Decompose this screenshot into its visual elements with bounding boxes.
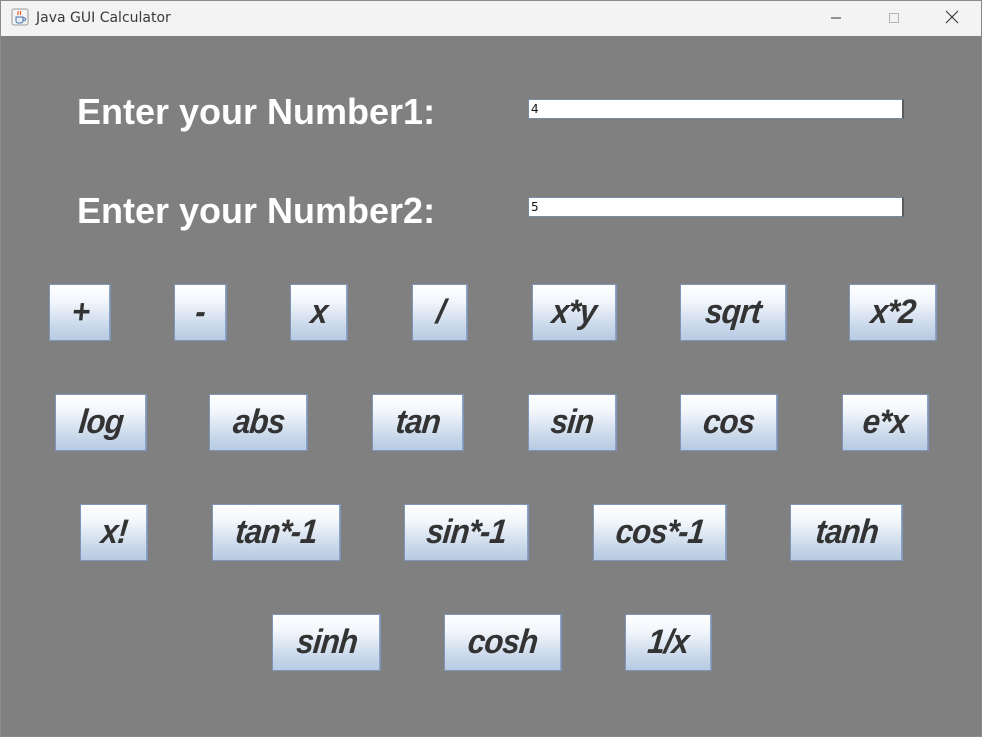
exp-button[interactable]: e*x: [842, 394, 929, 451]
reciprocal-button[interactable]: 1/x: [625, 614, 712, 671]
number2-label: Enter your Number2:: [77, 190, 436, 231]
tan-button[interactable]: tan: [372, 394, 464, 451]
minimize-icon: [830, 9, 842, 28]
divide-button[interactable]: /: [412, 284, 468, 341]
abs-button[interactable]: abs: [209, 394, 308, 451]
minimize-button[interactable]: [813, 1, 859, 36]
square-button[interactable]: x*2: [849, 284, 937, 341]
number1-label: Enter your Number1:: [77, 91, 436, 132]
maximize-icon: [888, 9, 900, 28]
sqrt-button[interactable]: sqrt: [680, 284, 787, 341]
java-cup-icon: [11, 8, 29, 26]
arctan-button[interactable]: tan*-1: [212, 504, 341, 561]
tanh-button[interactable]: tanh: [790, 504, 903, 561]
number1-input[interactable]: [528, 99, 904, 119]
cos-button[interactable]: cos: [680, 394, 778, 451]
cosh-button[interactable]: cosh: [444, 614, 562, 671]
multiply-button[interactable]: x: [290, 284, 348, 341]
power-button[interactable]: x*y: [532, 284, 617, 341]
add-button[interactable]: +: [49, 284, 111, 341]
close-icon: [945, 9, 959, 28]
calculator-window: Java GUI Calculator Enter your Number1: …: [0, 0, 982, 737]
maximize-button[interactable]: [871, 1, 917, 36]
sinh-button[interactable]: sinh: [272, 614, 381, 671]
subtract-button[interactable]: -: [174, 284, 227, 341]
number2-input[interactable]: [528, 197, 904, 217]
arccos-button[interactable]: cos*-1: [593, 504, 727, 561]
arcsin-button[interactable]: sin*-1: [404, 504, 529, 561]
close-button[interactable]: [929, 1, 975, 36]
title-bar[interactable]: Java GUI Calculator: [1, 1, 981, 36]
sin-button[interactable]: sin: [528, 394, 617, 451]
factorial-button[interactable]: x!: [80, 504, 148, 561]
calculator-panel: Enter your Number1: Enter your Number2: …: [1, 37, 981, 736]
log-button[interactable]: log: [55, 394, 147, 451]
window-title: Java GUI Calculator: [36, 10, 171, 26]
